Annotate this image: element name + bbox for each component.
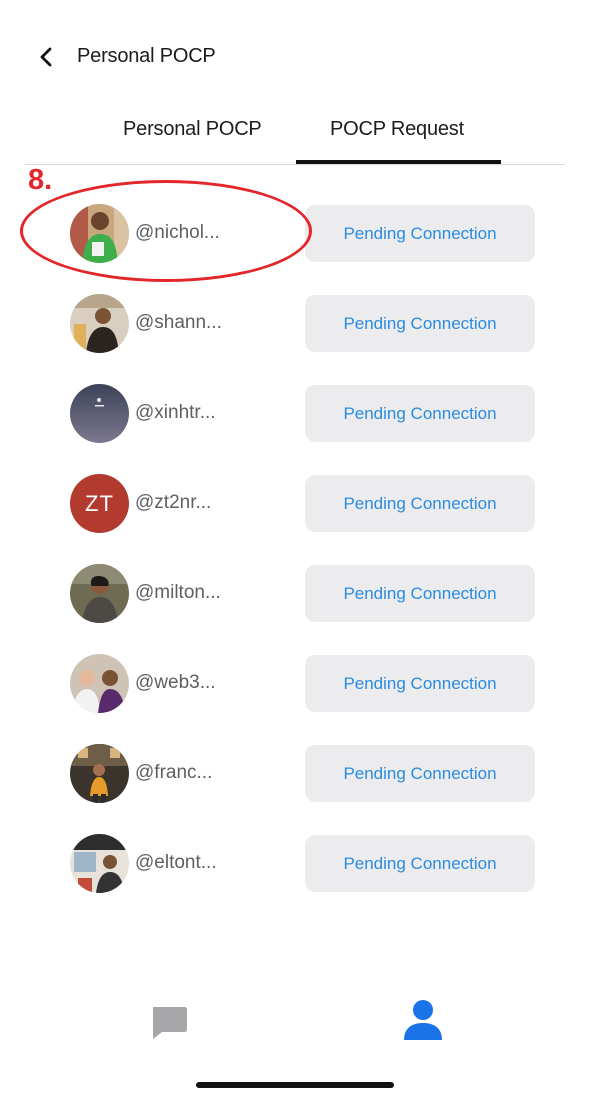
request-row: @xinhtr... Pending Connection: [0, 384, 590, 444]
username[interactable]: @shann...: [135, 312, 222, 334]
pending-connection-button[interactable]: Pending Connection: [305, 745, 535, 802]
tabs-divider: [25, 164, 565, 165]
avatar-photo: [70, 654, 129, 713]
username[interactable]: @franc...: [135, 762, 212, 784]
request-row: @shann... Pending Connection: [0, 294, 590, 354]
username[interactable]: @milton...: [135, 582, 221, 604]
avatar-photo: [70, 564, 129, 623]
pending-connection-button[interactable]: Pending Connection: [305, 475, 535, 532]
request-row: @franc... Pending Connection: [0, 744, 590, 804]
avatar[interactable]: [70, 384, 129, 443]
profile-icon: [404, 1000, 442, 1040]
avatar[interactable]: [70, 294, 129, 353]
request-row: @milton... Pending Connection: [0, 564, 590, 624]
tab-messages[interactable]: [150, 1005, 188, 1046]
back-button[interactable]: [34, 44, 60, 70]
avatar-photo: [70, 384, 129, 443]
annotation-highlight-circle: [20, 180, 312, 282]
request-row: @web3... Pending Connection: [0, 654, 590, 714]
avatar[interactable]: [70, 834, 129, 893]
username[interactable]: @eltont...: [135, 852, 217, 874]
pending-connection-button[interactable]: Pending Connection: [305, 295, 535, 352]
chat-icon: [153, 1007, 187, 1039]
request-row: @eltont... Pending Connection: [0, 834, 590, 894]
pending-connection-button[interactable]: Pending Connection: [305, 205, 535, 262]
avatar[interactable]: [70, 564, 129, 623]
page-title: Personal POCP: [77, 45, 216, 67]
username[interactable]: @web3...: [135, 672, 216, 694]
avatar[interactable]: ZT: [70, 474, 129, 533]
tab-profile[interactable]: [402, 998, 444, 1045]
home-indicator: [196, 1082, 394, 1088]
username[interactable]: @zt2nr...: [135, 492, 211, 514]
username[interactable]: @xinhtr...: [135, 402, 216, 424]
avatar-photo: [70, 834, 129, 893]
avatar-photo: [70, 744, 129, 803]
tab-bar-top: Personal POCP POCP Request: [0, 110, 590, 166]
avatar-photo: [70, 294, 129, 353]
pending-connection-button[interactable]: Pending Connection: [305, 835, 535, 892]
avatar[interactable]: [70, 744, 129, 803]
pending-connection-button[interactable]: Pending Connection: [305, 385, 535, 442]
avatar-initials: ZT: [70, 474, 129, 533]
avatar[interactable]: [70, 654, 129, 713]
top-bar: Personal POCP: [0, 30, 590, 84]
chevron-left-icon: [40, 47, 52, 67]
pending-connection-button[interactable]: Pending Connection: [305, 655, 535, 712]
annotation-step-label: 8.: [28, 164, 53, 196]
pending-connection-button[interactable]: Pending Connection: [305, 565, 535, 622]
tab-pocp-request[interactable]: POCP Request: [330, 118, 464, 141]
request-row: ZT @zt2nr... Pending Connection: [0, 474, 590, 534]
bottom-tab-bar: [0, 995, 590, 1055]
tab-personal-pocp[interactable]: Personal POCP: [123, 118, 262, 141]
